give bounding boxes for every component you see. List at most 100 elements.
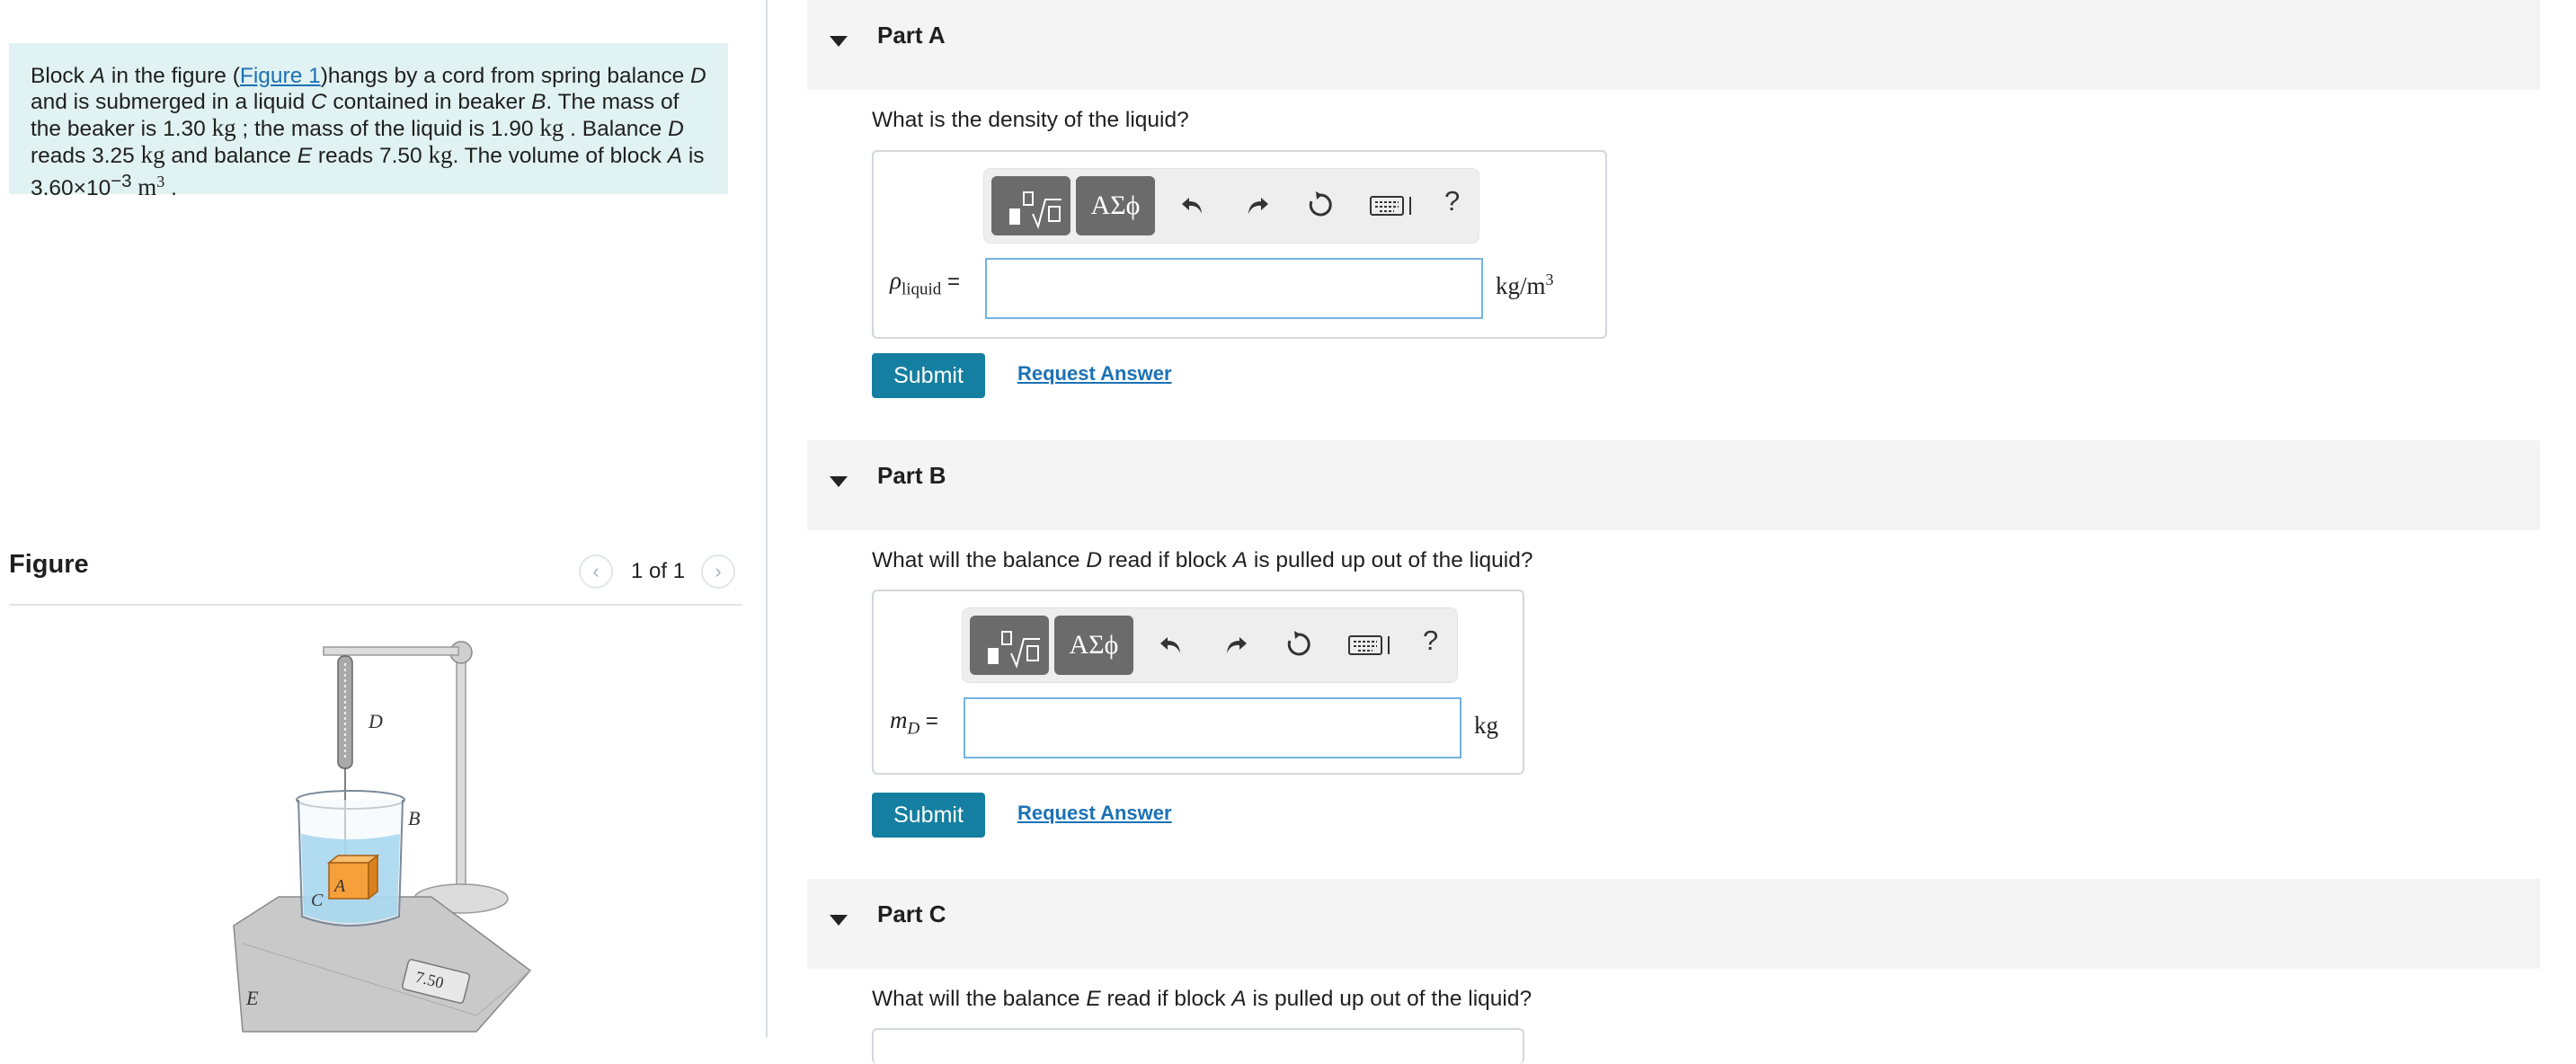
part-a-header[interactable]: Part A — [807, 0, 2540, 90]
m-d-label: mD = — [890, 706, 938, 739]
problem-text: reads 3.25 — [31, 144, 141, 168]
problem-text: in the figure ( — [105, 64, 240, 88]
part-c-question: What will the balance E read if block A … — [872, 987, 1532, 1012]
label-b: B — [408, 807, 420, 829]
m-symbol: m — [890, 706, 908, 733]
unit-exponent: 3 — [1545, 270, 1554, 288]
part-a-answer-box: ΑΣϕ ? ρliquid = kg/m3 — [872, 150, 1607, 339]
redo-button[interactable] — [1239, 187, 1275, 223]
unit-kg: kg — [539, 114, 564, 141]
undo-icon — [1160, 637, 1180, 653]
templates-button[interactable] — [970, 616, 1049, 675]
var-c: C — [310, 90, 327, 114]
var-subscript: D — [907, 719, 920, 739]
var-subscript: liquid — [901, 279, 942, 299]
pager-count: 1 of 1 — [631, 559, 686, 583]
figure-pager: ‹ 1 of 1 › — [579, 552, 736, 591]
prev-figure-button[interactable]: ‹ — [579, 554, 613, 589]
part-b-request-answer-link[interactable]: Request Answer — [1017, 802, 1172, 825]
part-a-unit: kg/m3 — [1496, 270, 1554, 300]
problem-text: and is submerged in a liquid — [31, 90, 311, 114]
figure-illustration: D 7.50 E B C A — [233, 641, 532, 1033]
problem-text: and balance — [164, 144, 298, 168]
equals-sign: = — [919, 709, 938, 733]
help-button[interactable]: ? — [1444, 185, 1460, 217]
rho-symbol: ρ — [890, 267, 902, 294]
part-a-request-answer-link[interactable]: Request Answer — [1017, 362, 1172, 386]
label-e: E — [245, 987, 259, 1009]
part-b-submit-button[interactable]: Submit — [872, 793, 985, 838]
templates-button[interactable] — [991, 176, 1070, 235]
question-text: is pulled up out of the liquid? — [1246, 987, 1532, 1011]
figure-title: Figure — [9, 550, 89, 579]
part-a-submit-button[interactable]: Submit — [872, 353, 985, 398]
question-text: is pulled up out of the liquid? — [1248, 548, 1533, 572]
keyboard-icon — [1348, 635, 1390, 655]
greek-symbols-button[interactable]: ΑΣϕ — [1076, 176, 1155, 235]
part-a-title: Part A — [877, 22, 946, 49]
var-d: D — [668, 117, 684, 141]
keyboard-button[interactable] — [1369, 187, 1417, 223]
stand-pole — [456, 646, 466, 891]
part-c-answer-box — [872, 1028, 1524, 1064]
problem-text: contained in beaker — [326, 90, 532, 114]
keyboard-icon — [1370, 196, 1411, 216]
part-b-question: What will the balance D read if block A … — [872, 548, 1532, 573]
part-c-header[interactable]: Part C — [807, 879, 2540, 969]
caret-down-icon — [830, 36, 848, 47]
figure-link[interactable]: Figure 1 — [240, 64, 321, 88]
right-panel: Part A What is the density of the liquid… — [807, 0, 2540, 1064]
var-d: D — [1086, 548, 1103, 572]
exponent: −3 — [111, 172, 132, 191]
next-figure-button[interactable]: › — [701, 554, 736, 589]
reset-icon — [1287, 631, 1310, 656]
var-a: A — [667, 144, 683, 168]
question-text: read if block — [1102, 548, 1233, 572]
problem-text: . — [164, 176, 177, 201]
part-a-answer-input[interactable] — [985, 258, 1483, 319]
figure-header: Figure ‹ 1 of 1 › — [9, 543, 742, 606]
part-b-header[interactable]: Part B — [807, 440, 2540, 530]
unit-m: m — [131, 173, 157, 201]
reset-button[interactable] — [1281, 626, 1317, 662]
templates-icon — [1009, 191, 1061, 230]
part-b-title: Part B — [877, 462, 946, 489]
var-a: A — [1232, 548, 1248, 572]
unit-kg: kg — [211, 114, 236, 141]
problem-text: Block — [31, 64, 91, 88]
undo-icon — [1182, 198, 1202, 214]
left-panel: Block A in the figure (Figure 1)hangs by… — [0, 0, 768, 1037]
problem-text: reads 7.50 — [312, 144, 429, 168]
equals-sign: = — [941, 270, 960, 294]
question-text: read if block — [1100, 987, 1232, 1011]
label-a: A — [333, 876, 346, 896]
chevron-right-icon: › — [715, 560, 722, 582]
chevron-left-icon: ‹ — [592, 560, 600, 582]
unit-text: kg/m — [1496, 272, 1546, 299]
part-b-answer-input[interactable] — [964, 697, 1461, 758]
caret-down-icon — [830, 915, 848, 926]
keyboard-button[interactable] — [1347, 626, 1396, 662]
question-text: What will the balance — [872, 548, 1087, 572]
reset-button[interactable] — [1302, 187, 1338, 223]
problem-text: ; the mass of the liquid is 1.90 — [235, 117, 540, 141]
question-text: What will the balance — [872, 987, 1087, 1011]
var-e: E — [1086, 987, 1101, 1011]
var-d: D — [690, 64, 706, 88]
part-b-answer-box: ΑΣϕ ? mD = kg — [872, 590, 1524, 775]
undo-button[interactable] — [1153, 626, 1189, 662]
math-toolbar: ΑΣϕ ? — [962, 607, 1458, 683]
undo-button[interactable] — [1175, 187, 1211, 223]
problem-text: . Balance — [564, 117, 669, 141]
var-e: E — [297, 144, 313, 168]
label-c: C — [311, 891, 324, 910]
stand-arm — [323, 646, 459, 656]
caret-down-icon — [830, 476, 848, 487]
unit-kg: kg — [140, 141, 165, 168]
redo-button[interactable] — [1218, 626, 1254, 662]
greek-symbols-button[interactable]: ΑΣϕ — [1054, 616, 1133, 675]
math-toolbar: ΑΣϕ ? — [983, 168, 1479, 244]
help-button[interactable]: ? — [1423, 625, 1438, 657]
redo-icon — [1227, 637, 1247, 653]
problem-text: . The volume of block — [452, 144, 668, 168]
